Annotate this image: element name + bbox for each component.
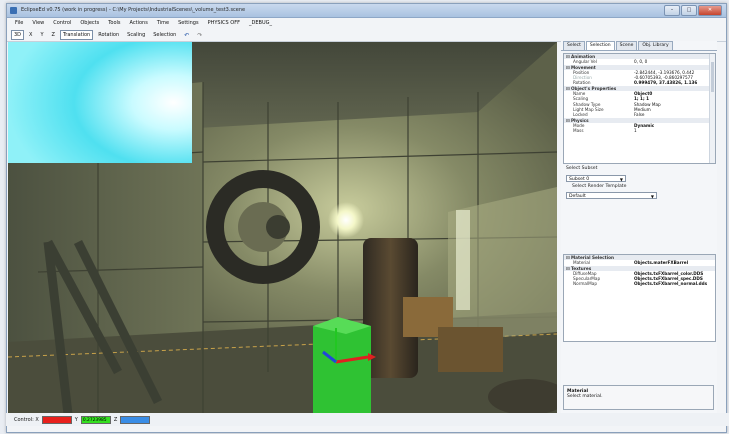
property-description: Material Select material. <box>563 385 714 410</box>
maximize-button[interactable]: □ <box>681 5 697 16</box>
toolbar-selection-button[interactable]: Selection <box>150 30 179 40</box>
undo-icon[interactable]: ↶ <box>181 30 192 41</box>
redo-icon[interactable]: ↷ <box>194 30 205 41</box>
properties-panel: Select Selection Scene Obj. Library ⊟ An… <box>561 41 717 413</box>
property-grid[interactable]: ⊟ Animation Angular Vel 0, 0, 0 ⊟ Movement P… <box>563 53 716 164</box>
subset-dropdown[interactable]: Subset 0 ▼ <box>566 175 626 182</box>
tab-select[interactable]: Select <box>563 41 585 50</box>
menu-tools[interactable]: Tools <box>108 20 120 26</box>
menu-control[interactable]: Control <box>53 20 71 26</box>
toolbar-scaling-button[interactable]: Scaling <box>124 30 148 40</box>
tab-object-library[interactable]: Obj. Library <box>638 41 673 50</box>
toolbar-y-button[interactable]: Y <box>37 30 46 40</box>
property-row[interactable]: Mass 1 <box>564 128 715 133</box>
description-text: Select material. <box>567 394 603 399</box>
minimize-button[interactable]: – <box>664 5 680 16</box>
title-bar[interactable]: EclipseEd v0.75 (work in progress) - C:\… <box>7 4 726 18</box>
menu-objects[interactable]: Objects <box>80 20 99 26</box>
subset-value: Subset 0 <box>569 177 590 182</box>
toolbar-translation-button[interactable]: Translation <box>59 30 94 40</box>
window-title: EclipseEd v0.75 (work in progress) - C:\… <box>21 7 246 13</box>
scene-viewport[interactable] <box>8 42 557 414</box>
property-name: NormalMap <box>573 281 597 287</box>
menu-debug[interactable]: _DEBUG_ <box>249 20 272 26</box>
toolbar-x-button[interactable]: X <box>26 30 35 40</box>
control-z-field[interactable] <box>120 415 151 424</box>
menu-bar: File View Control Objects Tools Actions … <box>7 18 726 28</box>
control-label: Control: X <box>14 416 39 423</box>
menu-view[interactable]: View <box>32 20 44 26</box>
status-bar: Control: X Y 0.2723985 Z <box>6 413 729 426</box>
close-button[interactable]: ✕ <box>698 5 722 16</box>
property-value[interactable]: Objects.txFXbarrel_normal.dds <box>634 281 715 286</box>
select-render-template-label: Select Render Template <box>572 184 627 189</box>
toolbar-3d-button[interactable]: 3D <box>11 30 25 40</box>
render-template-dropdown[interactable]: Default ▼ <box>566 192 657 199</box>
material-list: ⊟ Material Selection Material Objects.mate… <box>564 255 715 287</box>
property-scrollbar[interactable] <box>709 54 715 163</box>
menu-physics-toggle[interactable]: PHYSICS OFF <box>208 20 240 26</box>
menu-time[interactable]: Time <box>157 20 169 26</box>
menu-file[interactable]: File <box>15 20 23 26</box>
scrollbar-thumb[interactable] <box>711 62 714 92</box>
property-row[interactable]: NormalMap Objects.txFXbarrel_normal.dds <box>564 281 715 286</box>
render-template-value: Default <box>569 194 586 199</box>
control-z-label: Z <box>113 416 118 423</box>
control-y-label: Y <box>74 416 78 423</box>
toolbar-z-button[interactable]: Z <box>49 30 58 40</box>
chevron-down-icon: ▼ <box>619 177 623 182</box>
control-x-field[interactable] <box>41 415 72 424</box>
menu-settings[interactable]: Settings <box>178 20 199 26</box>
window-controls: – □ ✕ <box>664 5 722 16</box>
light-probe-preview <box>8 42 192 163</box>
property-value[interactable]: 1 <box>634 128 715 133</box>
control-y-field[interactable]: 0.2723985 <box>80 415 111 424</box>
menu-actions[interactable]: Actions <box>130 20 148 26</box>
property-name: Mass <box>573 128 584 134</box>
select-subset-label: Select Subset <box>566 166 598 171</box>
scene-render <box>8 42 557 414</box>
chevron-down-icon: ▼ <box>650 194 654 199</box>
tab-selection[interactable]: Selection <box>585 41 615 50</box>
material-property-grid[interactable]: ⊟ Material Selection Material Objects.mate… <box>563 254 716 342</box>
app-icon <box>10 7 17 14</box>
toolbar-rotation-button[interactable]: Rotation <box>95 30 122 40</box>
property-list: ⊟ Animation Angular Vel 0, 0, 0 ⊟ Movement P… <box>564 54 715 133</box>
tab-scene[interactable]: Scene <box>615 41 638 50</box>
panel-tabs: Select Selection Scene Obj. Library <box>561 41 717 51</box>
